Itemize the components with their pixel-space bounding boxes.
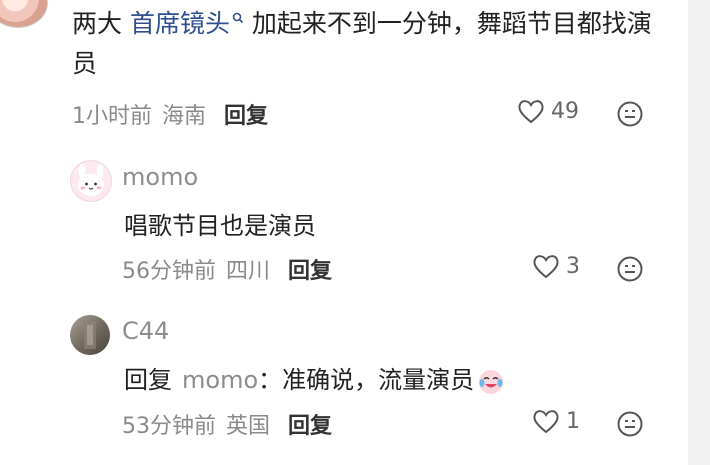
reply-text-body: ：准确说，流量演员 xyxy=(258,366,475,394)
location: 海南 xyxy=(162,104,207,129)
timestamp: 1小时前 xyxy=(72,104,152,129)
reply-meta: 56分钟前 四川 回复 xyxy=(122,253,332,285)
comment-text-part: 两大 xyxy=(72,9,130,38)
heart-icon xyxy=(533,410,559,434)
search-link-label: 首席镜头 xyxy=(129,9,230,38)
top-comment-text: 两大 首席镜头 加起来不到一分钟，舞蹈节目都找演员 xyxy=(72,4,662,84)
like-button[interactable]: 1 xyxy=(532,408,580,434)
like-button[interactable]: 49 xyxy=(517,98,579,124)
username[interactable]: momo xyxy=(122,163,198,191)
like-count: 49 xyxy=(551,98,579,124)
like-count: 1 xyxy=(566,408,580,434)
like-button[interactable]: 3 xyxy=(532,253,580,279)
emoji-reaction-icon[interactable] xyxy=(616,255,644,283)
location: 英国 xyxy=(226,414,271,439)
reply-text: 唱歌节目也是演员 xyxy=(124,212,316,240)
reply-meta: 53分钟前 英国 回复 xyxy=(122,408,332,440)
timestamp: 56分钟前 xyxy=(122,259,216,284)
comment-meta: 1小时前 海南 回复 xyxy=(72,98,268,130)
cute-bunny-avatar-icon xyxy=(78,164,104,196)
scroll-gutter xyxy=(688,0,710,465)
timestamp: 53分钟前 xyxy=(122,414,216,439)
avatar[interactable] xyxy=(70,160,112,202)
like-count: 3 xyxy=(566,253,580,279)
photo-avatar-icon xyxy=(84,321,96,349)
emoji-reaction-icon[interactable] xyxy=(616,410,644,438)
search-icon xyxy=(232,12,244,24)
avatar[interactable] xyxy=(70,315,110,355)
reply-prefix: 回复 xyxy=(124,366,172,394)
reply-text: 回复 momo：准确说，流量演员 xyxy=(124,360,506,396)
mention-link[interactable]: momo xyxy=(182,366,258,394)
reply-button[interactable]: 回复 xyxy=(288,408,332,440)
commenter-avatar[interactable] xyxy=(0,0,48,28)
heart-icon xyxy=(518,100,544,124)
crying-laughing-emoji-icon xyxy=(479,370,504,394)
heart-icon xyxy=(533,255,559,279)
emoji-reaction-icon[interactable] xyxy=(616,100,644,128)
reply-button[interactable]: 回复 xyxy=(224,98,268,130)
location: 四川 xyxy=(226,259,271,284)
search-link[interactable]: 首席镜头 xyxy=(130,9,244,38)
username[interactable]: C44 xyxy=(122,317,169,345)
reply-button[interactable]: 回复 xyxy=(288,253,332,285)
